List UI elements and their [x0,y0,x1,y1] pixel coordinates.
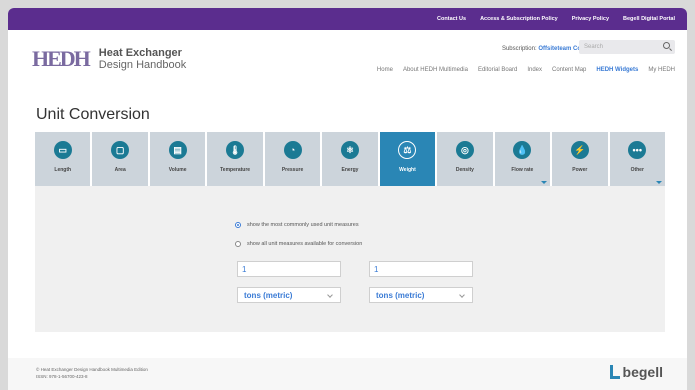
tab-label: Flow rate [511,167,534,173]
tab-flow-rate[interactable]: 💧 Flow rate [494,132,553,186]
droplet-icon: 💧 [513,141,532,159]
unit-category-tabs: ▭ Length ▢ Area ▤ Volume 🌡 Temperature ◔… [35,132,665,186]
chevron-down-icon [655,181,662,184]
footer: © Heat Exchanger Design Handbook Multime… [8,358,687,390]
area-icon: ▢ [111,141,130,159]
nav-about[interactable]: About HEDH Multimedia [403,67,468,73]
privacy-policy-link[interactable]: Privacy Policy [572,16,609,22]
to-unit-select[interactable]: tons (metric) [369,287,473,303]
footer-copyright: © Heat Exchanger Design Handbook Multime… [36,367,148,372]
thermometer-icon: 🌡 [226,141,245,159]
access-subscription-policy-link[interactable]: Access & Subscription Policy [480,16,558,22]
tab-label: Pressure [281,167,304,173]
converter-panel: show the most commonly used unit measure… [35,186,665,332]
tab-energy[interactable]: ⚛ Energy [322,132,380,186]
tab-label: Temperature [220,167,251,173]
radio-unselected-icon [235,241,241,247]
footer-issn: ISSN: 978-1-56700-423-8 [36,374,88,379]
lightning-icon: ⚡ [570,141,589,159]
tab-label: Energy [341,167,359,173]
weight-icon: ⚖ [398,141,417,159]
search-placeholder: Search [584,44,604,50]
tab-other[interactable]: ••• Other [609,132,665,186]
from-unit-select[interactable]: tons (metric) [237,287,341,303]
from-value-input[interactable]: 1 [237,261,341,277]
tab-label: Other [630,167,644,173]
contact-us-link[interactable]: Contact Us [437,16,466,22]
chevron-down-icon [327,292,333,298]
chevron-down-icon [541,181,548,184]
radio-all-label: show all unit measures available for con… [247,241,363,247]
radio-all-units[interactable]: show all unit measures available for con… [235,241,362,247]
atom-icon: ⚛ [340,141,359,159]
from-unit-value: tons (metric) [244,290,293,300]
chevron-down-icon [459,292,465,298]
app-window: Contact Us Access & Subscription Policy … [8,8,687,390]
begell-digital-portal-link[interactable]: Begell Digital Portal [623,16,675,22]
density-icon: ◎ [455,141,474,159]
to-value-input[interactable]: 1 [369,261,473,277]
tab-power[interactable]: ⚡ Power [552,132,610,186]
tab-area[interactable]: ▢ Area [92,132,150,186]
nav-index[interactable]: Index [527,67,542,73]
search-input[interactable]: Search [579,40,675,54]
tab-label: Area [114,167,126,173]
nav-home[interactable]: Home [377,67,393,73]
radio-selected-icon [235,222,241,228]
begell-logo[interactable]: begell [609,364,663,380]
hedh-logo-mark: HEDH [32,46,91,71]
tab-volume[interactable]: ▤ Volume [149,132,208,186]
brand-subtitle: Design Handbook [98,59,187,71]
brand-title: Heat Exchanger [98,46,182,59]
nav-hedh-widgets[interactable]: HEDH Widgets [596,67,638,73]
ruler-icon: ▭ [53,141,72,159]
hedh-logo[interactable]: HEDH Heat Exchanger Design Handbook [32,46,186,72]
tab-label: Volume [168,167,187,173]
page-title: Unit Conversion [36,106,150,123]
tab-weight[interactable]: ⚖ Weight [379,132,438,186]
nav-content-map[interactable]: Content Map [552,67,586,73]
tab-pressure[interactable]: ◔ Pressure [264,132,323,186]
to-unit-value: tons (metric) [376,290,425,300]
tab-length[interactable]: ▭ Length [35,132,93,186]
search-icon[interactable] [663,42,670,49]
tab-label: Density [455,167,474,173]
subscription-info: Subscription: Offsiteteam Corp [502,46,587,52]
tab-label: Power [572,167,588,173]
tab-label: Length [54,167,72,173]
volume-icon: ▤ [168,141,187,159]
more-icon: ••• [628,141,647,159]
top-bar: Contact Us Access & Subscription Policy … [8,8,687,30]
pressure-gauge-icon: ◔ [283,141,302,159]
tab-temperature[interactable]: 🌡 Temperature [207,132,265,186]
tab-label: Weight [399,167,416,173]
radio-common-units[interactable]: show the most commonly used unit measure… [235,222,359,228]
nav-editorial-board[interactable]: Editorial Board [478,67,517,73]
tab-density[interactable]: ◎ Density [437,132,495,186]
radio-common-label: show the most commonly used unit measure… [247,222,359,228]
nav-my-hedh[interactable]: My HEDH [648,67,675,73]
main-nav: Home About HEDH Multimedia Editorial Boa… [377,67,675,73]
header: HEDH Heat Exchanger Design Handbook Subs… [8,30,687,90]
begell-wordmark: begell [622,364,663,380]
begell-logo-icon [609,365,620,379]
subscription-label: Subscription: [501,46,539,52]
